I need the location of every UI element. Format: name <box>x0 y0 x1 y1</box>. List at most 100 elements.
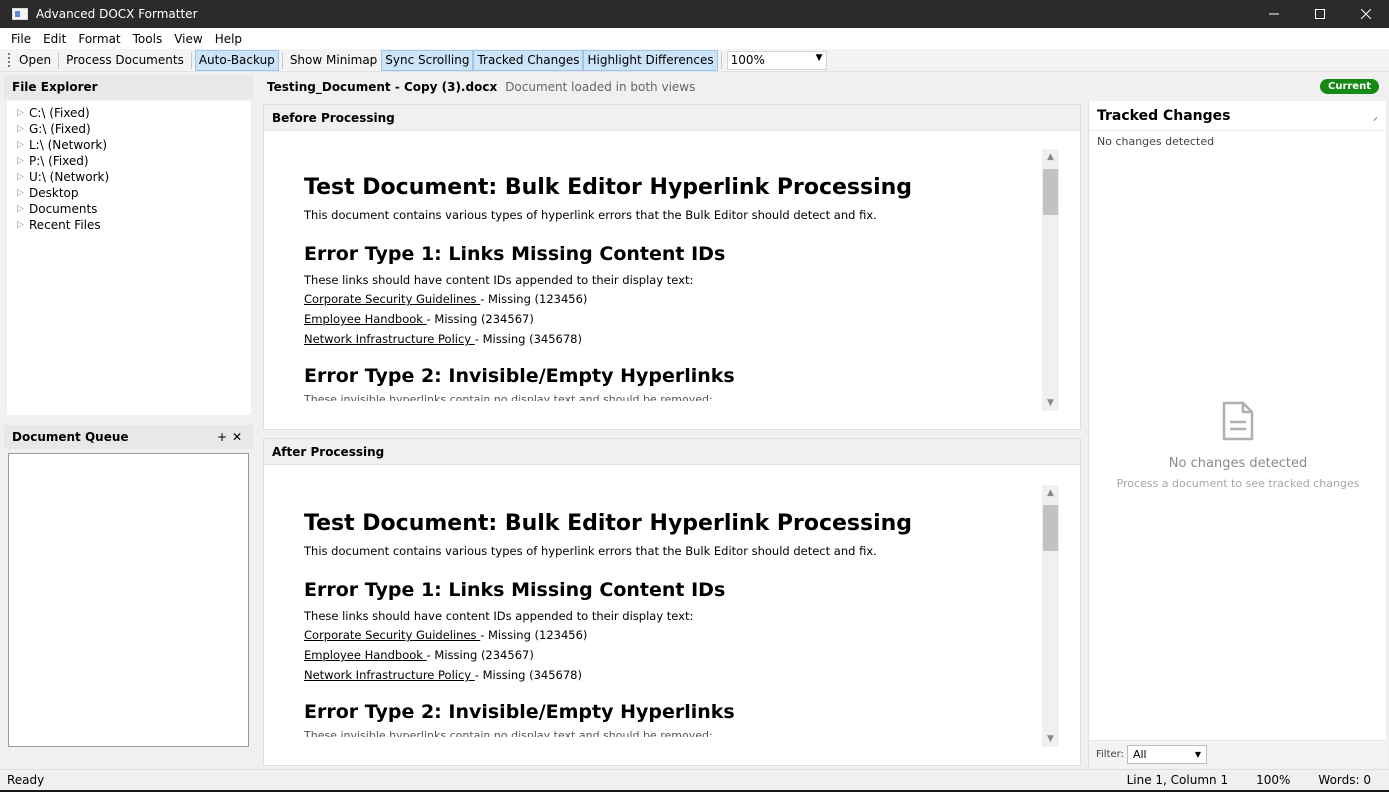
document-status: Document loaded in both views <box>505 80 696 94</box>
document-icon <box>1222 401 1254 441</box>
status-badge: Current <box>1319 79 1379 94</box>
expand-arrow-icon[interactable]: ▷ <box>17 124 29 134</box>
tracked-changes-panel: Tracked Changes ⸝ No changes detected No… <box>1088 101 1387 768</box>
doc-subheading: Error Type 2: Invisible/Empty Hyperlinks <box>304 365 735 387</box>
scroll-up-icon[interactable]: ▲ <box>1042 485 1059 501</box>
minimize-icon <box>1269 13 1279 15</box>
expand-arrow-icon[interactable]: ▷ <box>17 108 29 118</box>
document-name: Testing_Document - Copy (3).docx <box>267 80 498 94</box>
tree-item-p-drive[interactable]: ▷ P:\ (Fixed) <box>7 153 251 169</box>
menu-view[interactable]: View <box>168 32 208 46</box>
document-content: Test Document: Bulk Editor Hyperlink Pro… <box>304 509 1044 737</box>
doc-subheading: Error Type 2: Invisible/Empty Hyperlinks <box>304 701 735 723</box>
minimize-button[interactable] <box>1251 0 1297 28</box>
doc-paragraph: These links should have content IDs appe… <box>304 273 694 287</box>
menu-tools[interactable]: Tools <box>127 32 169 46</box>
scroll-thumb[interactable] <box>1043 505 1058 551</box>
tree-item-recent-files[interactable]: ▷ Recent Files <box>7 217 251 233</box>
tracked-changes-toggle[interactable]: Tracked Changes <box>473 49 584 71</box>
tree-item-documents[interactable]: ▷ Documents <box>7 201 251 217</box>
expand-arrow-icon[interactable]: ▷ <box>17 172 29 182</box>
sync-scrolling-toggle[interactable]: Sync Scrolling <box>381 49 474 71</box>
doc-subheading: Error Type 1: Links Missing Content IDs <box>304 579 726 601</box>
doc-paragraph: This document contains various types of … <box>304 208 877 222</box>
document-queue-title: Document Queue <box>12 430 129 444</box>
document-queue-list[interactable] <box>8 453 249 747</box>
link-suffix: - Missing (123456) <box>480 628 588 642</box>
filter-select[interactable]: All ▼ <box>1126 745 1207 764</box>
hyperlink[interactable]: Employee Handbook <box>304 648 427 662</box>
tree-item-c-drive[interactable]: ▷ C:\ (Fixed) <box>7 105 251 121</box>
add-to-queue-button[interactable]: + <box>216 430 228 444</box>
tree-item-label: Documents <box>29 202 98 216</box>
tracked-changes-header: Tracked Changes ⸝ <box>1089 101 1386 131</box>
tree-item-label: L:\ (Network) <box>29 138 108 152</box>
hyperlink[interactable]: Employee Handbook <box>304 312 427 326</box>
empty-state-title: No changes detected <box>1168 456 1308 471</box>
link-suffix: - Missing (345678) <box>474 332 582 346</box>
tree-item-desktop[interactable]: ▷ Desktop <box>7 185 251 201</box>
hyperlink[interactable]: Corporate Security Guidelines <box>304 628 480 642</box>
process-documents-button[interactable]: Process Documents <box>62 50 188 71</box>
tree-item-l-drive[interactable]: ▷ L:\ (Network) <box>7 137 251 153</box>
expand-arrow-icon[interactable]: ▷ <box>17 204 29 214</box>
expand-arrow-icon[interactable]: ▷ <box>17 220 29 230</box>
status-zoom: 100% <box>1256 773 1291 787</box>
scroll-down-icon[interactable]: ▼ <box>1042 731 1059 747</box>
toolbar-grip[interactable] <box>8 53 11 67</box>
left-panel: File Explorer ▷ C:\ (Fixed) ▷ G:\ (Fixed) … <box>4 75 253 765</box>
file-explorer-header: File Explorer <box>4 75 253 99</box>
menu-help[interactable]: Help <box>209 32 248 46</box>
pane-title: Before Processing <box>264 105 1080 131</box>
menu-edit[interactable]: Edit <box>37 32 72 46</box>
expand-arrow-icon[interactable]: ▷ <box>17 188 29 198</box>
toolbar-separator <box>281 51 283 69</box>
doc-paragraph: This document contains various types of … <box>304 544 877 558</box>
clear-queue-button[interactable]: ✕ <box>231 430 243 444</box>
close-button[interactable] <box>1343 0 1389 28</box>
empty-state: No changes detected Process a document t… <box>1089 401 1387 490</box>
hyperlink[interactable]: Network Infrastructure Policy <box>304 668 475 682</box>
zoom-value: 100% <box>730 53 765 67</box>
link-row: Network Infrastructure Policy - Missing … <box>304 665 1044 685</box>
show-minimap-toggle[interactable]: Show Minimap <box>286 50 381 71</box>
tree-item-label: C:\ (Fixed) <box>29 106 90 120</box>
close-icon <box>1361 9 1371 19</box>
maximize-button[interactable] <box>1297 0 1343 28</box>
doc-paragraph: These invisible hyperlinks contain no di… <box>304 729 713 737</box>
link-suffix: - Missing (123456) <box>480 292 588 306</box>
tree-item-g-drive[interactable]: ▷ G:\ (Fixed) <box>7 121 251 137</box>
menu-bar: File Edit Format Tools View Help <box>0 28 1389 49</box>
status-bar: Ready Line 1, Column 1 100% Words: 0 <box>0 769 1389 790</box>
zoom-dropdown[interactable]: 100% ▼ <box>726 50 827 70</box>
word-count: Words: 0 <box>1318 773 1371 787</box>
file-tree[interactable]: ▷ C:\ (Fixed) ▷ G:\ (Fixed) ▷ L:\ (Network)… <box>7 101 251 415</box>
after-processing-pane: After Processing Test Document: Bulk Edi… <box>263 438 1081 766</box>
auto-backup-toggle[interactable]: Auto-Backup <box>194 49 279 71</box>
hyperlink[interactable]: Network Infrastructure Policy <box>304 332 475 346</box>
pane-title: After Processing <box>264 439 1080 465</box>
tree-item-label: G:\ (Fixed) <box>29 122 91 136</box>
filter-bar: Filter: All ▼ <box>1089 740 1387 768</box>
open-button[interactable]: Open <box>15 50 55 71</box>
vertical-scrollbar[interactable]: ▲ ▼ <box>1042 485 1059 747</box>
menu-format[interactable]: Format <box>72 32 126 46</box>
toolbar-separator <box>720 51 722 69</box>
highlight-differences-toggle[interactable]: Highlight Differences <box>583 49 718 71</box>
scroll-down-icon[interactable]: ▼ <box>1042 395 1059 411</box>
panel-options-icon[interactable]: ⸝ <box>1373 109 1378 123</box>
scroll-thumb[interactable] <box>1043 169 1058 215</box>
expand-arrow-icon[interactable]: ▷ <box>17 156 29 166</box>
title-bar: Advanced DOCX Formatter <box>0 0 1389 28</box>
vertical-scrollbar[interactable]: ▲ ▼ <box>1042 149 1059 411</box>
chevron-down-icon: ▼ <box>1194 750 1201 759</box>
scroll-up-icon[interactable]: ▲ <box>1042 149 1059 165</box>
expand-arrow-icon[interactable]: ▷ <box>17 140 29 150</box>
before-processing-pane: Before Processing Test Document: Bulk Ed… <box>263 104 1081 430</box>
toolbar-separator <box>190 51 192 69</box>
doc-paragraph: These links should have content IDs appe… <box>304 609 694 623</box>
hyperlink[interactable]: Corporate Security Guidelines <box>304 292 480 306</box>
tree-item-u-drive[interactable]: ▷ U:\ (Network) <box>7 169 251 185</box>
menu-file[interactable]: File <box>5 32 37 46</box>
filter-value: All <box>1132 748 1147 761</box>
